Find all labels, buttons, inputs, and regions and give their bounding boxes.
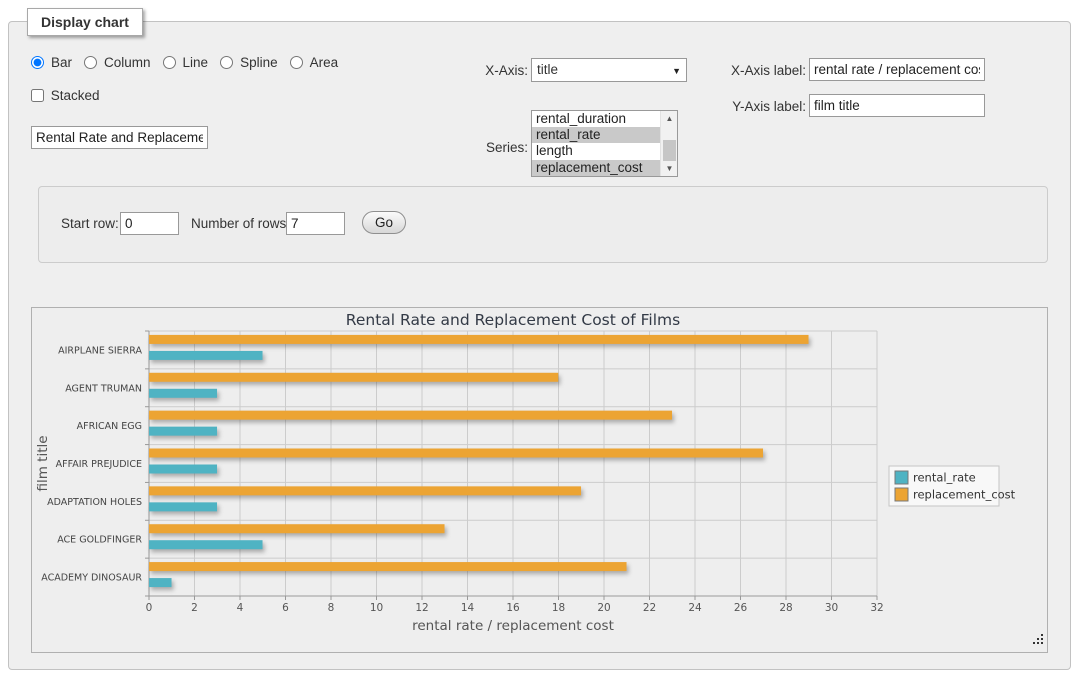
legend-label-rental_rate: rental_rate xyxy=(913,471,976,485)
chart-container: AIRPLANE SIERRA AGENT TRUMAN AFRICAN EGG AF… xyxy=(31,307,1048,653)
legend-swatch-replacement_cost xyxy=(895,488,908,501)
chart-title-input[interactable] xyxy=(31,126,208,149)
bar-chart: AIRPLANE SIERRA AGENT TRUMAN AFRICAN EGG AF… xyxy=(32,308,1047,652)
chart-type-label-bar[interactable]: Bar xyxy=(51,55,72,70)
category-label: AIRPLANE SIERRA xyxy=(58,345,142,356)
chart-type-radio-line[interactable] xyxy=(163,56,176,69)
bar-rental_rate xyxy=(149,465,217,474)
x-tick-label: 32 xyxy=(870,602,883,614)
chart-type-radio-bar[interactable] xyxy=(31,56,44,69)
chart-type-label-area[interactable]: Area xyxy=(310,55,339,70)
bar-rental_rate xyxy=(149,540,263,549)
start-row-label: Start row: xyxy=(61,216,119,231)
x-tick-label: 14 xyxy=(461,602,475,614)
scrollbar-thumb[interactable] xyxy=(663,140,676,161)
category-label: AFRICAN EGG xyxy=(77,421,142,432)
x-tick-label: 28 xyxy=(779,602,792,614)
x-axis-selected-value: title xyxy=(537,62,558,77)
panel-title: Display chart xyxy=(27,8,143,36)
x-tick-label: 12 xyxy=(415,602,428,614)
series-option[interactable]: length xyxy=(532,143,660,159)
bar-rental_rate xyxy=(149,389,217,398)
x-tick-label: 16 xyxy=(506,602,520,614)
bar-replacement_cost xyxy=(149,486,581,495)
start-row-input[interactable] xyxy=(120,212,179,235)
y-axis-label-input[interactable] xyxy=(809,94,985,117)
bar-rental_rate xyxy=(149,427,217,436)
bar-replacement_cost xyxy=(149,524,445,533)
y-axis-title: film title xyxy=(35,435,51,491)
x-axis-label-input[interactable] xyxy=(809,58,985,81)
scroll-up-icon[interactable]: ▲ xyxy=(661,111,678,126)
stacked-checkbox[interactable] xyxy=(31,89,44,102)
bar-replacement_cost xyxy=(149,335,809,344)
x-axis-select-label: X-Axis: xyxy=(438,63,528,78)
number-of-rows-input[interactable] xyxy=(286,212,345,235)
x-tick-label: 30 xyxy=(825,602,838,614)
bar-rental_rate xyxy=(149,578,172,587)
chart-type-label-line[interactable]: Line xyxy=(183,55,209,70)
x-axis-select[interactable]: title ▼ xyxy=(531,58,687,82)
bar-rental_rate xyxy=(149,351,263,360)
number-of-rows-label: Number of rows: xyxy=(191,216,290,231)
category-label: AFFAIR PREJUDICE xyxy=(56,459,142,470)
stacked-label[interactable]: Stacked xyxy=(51,88,100,103)
go-button[interactable]: Go xyxy=(362,211,406,234)
bar-replacement_cost xyxy=(149,373,558,382)
x-tick-label: 4 xyxy=(237,602,244,614)
y-axis-label-label: Y-Axis label: xyxy=(706,99,806,114)
chart-title: Rental Rate and Replacement Cost of Film… xyxy=(346,311,680,329)
x-tick-label: 22 xyxy=(643,602,656,614)
category-label: ACADEMY DINOSAUR xyxy=(41,573,142,584)
x-tick-label: 18 xyxy=(552,602,565,614)
bar-replacement_cost xyxy=(149,411,672,420)
bar-replacement_cost xyxy=(149,449,763,458)
x-tick-label: 10 xyxy=(370,602,383,614)
x-axis-title: rental rate / replacement cost xyxy=(412,618,614,634)
series-list-label: Series: xyxy=(438,140,528,155)
chart-type-label-column[interactable]: Column xyxy=(104,55,151,70)
series-option[interactable]: rental_duration xyxy=(532,111,660,127)
legend-label-replacement_cost: replacement_cost xyxy=(913,488,1016,502)
x-tick-label: 2 xyxy=(191,602,198,614)
display-chart-panel: Display chart Bar Column Line Spline Are… xyxy=(8,21,1071,670)
series-listbox[interactable]: rental_durationrental_ratelengthreplacem… xyxy=(531,110,678,177)
row-controls-box: Start row: Number of rows: Go xyxy=(38,186,1048,263)
x-tick-label: 0 xyxy=(146,602,153,614)
chart-type-label-spline[interactable]: Spline xyxy=(240,55,278,70)
x-tick-label: 26 xyxy=(734,602,748,614)
x-tick-label: 8 xyxy=(328,602,335,614)
x-tick-label: 6 xyxy=(282,602,289,614)
series-options: rental_durationrental_ratelengthreplacem… xyxy=(532,111,660,176)
category-label: ACE GOLDFINGER xyxy=(57,535,142,546)
x-tick-label: 20 xyxy=(597,602,610,614)
category-label: AGENT TRUMAN xyxy=(65,383,142,394)
category-label: ADAPTATION HOLES xyxy=(47,497,142,508)
bar-replacement_cost xyxy=(149,562,627,571)
scroll-down-icon[interactable]: ▼ xyxy=(661,161,678,176)
legend-swatch-rental_rate xyxy=(895,471,908,484)
stacked-row: Stacked xyxy=(31,88,100,103)
chart-type-radio-spline[interactable] xyxy=(220,56,233,69)
series-option[interactable]: rental_rate xyxy=(532,127,660,143)
x-axis-label-label: X-Axis label: xyxy=(706,63,806,78)
bar-rental_rate xyxy=(149,502,217,511)
series-option[interactable]: replacement_cost xyxy=(532,160,660,176)
chart-resize-handle-icon[interactable] xyxy=(1033,634,1043,644)
x-tick-label: 24 xyxy=(688,602,702,614)
listbox-scrollbar[interactable]: ▲ ▼ xyxy=(660,111,677,176)
chart-type-radio-area[interactable] xyxy=(290,56,303,69)
chart-type-radio-group: Bar Column Line Spline Area xyxy=(31,55,346,70)
chart-type-radio-column[interactable] xyxy=(84,56,97,69)
select-dropdown-arrow-icon: ▼ xyxy=(672,60,681,82)
